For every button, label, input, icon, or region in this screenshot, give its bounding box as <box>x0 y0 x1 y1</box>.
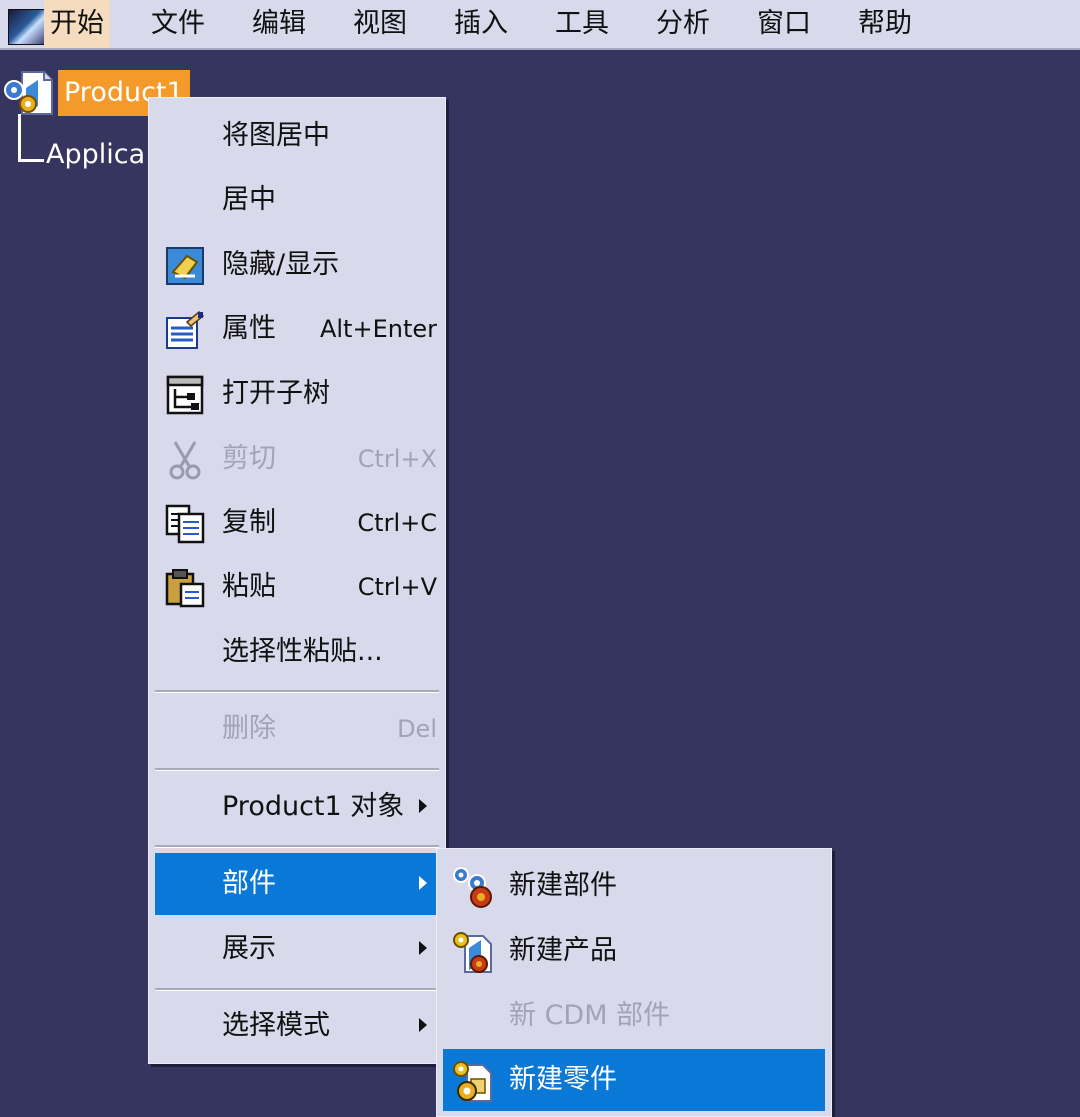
hide-show-icon <box>166 247 204 285</box>
menu-separator <box>155 845 439 848</box>
components-submenu: 新建部件 新建产品 新 CDM 部件 新建零件 <box>436 848 832 1117</box>
menu-item-paste-special[interactable]: 选择性粘贴... <box>155 621 437 683</box>
context-menu: 将图居中 居中 隐藏/显示 属性 Alt+Enter 打开子树 剪切 Ctrl+… <box>148 97 446 1064</box>
tree-connector <box>18 114 21 162</box>
menu-item-center-graph[interactable]: 将图居中 <box>155 105 437 167</box>
product-icon[interactable] <box>2 68 58 120</box>
menu-item-label: Product1 对象 <box>222 791 405 822</box>
menu-item-label: 属性 <box>222 313 276 344</box>
new-product-icon <box>453 932 492 973</box>
menu-item-representation[interactable]: 展示 <box>155 918 437 980</box>
submenu-item-label: 新建零件 <box>509 1064 617 1095</box>
shortcut-label: Del <box>397 715 437 743</box>
menu-item-delete: 删除 Del <box>155 698 437 760</box>
menu-item-label: 粘贴 <box>222 571 276 602</box>
tree-child-applications[interactable]: Applica <box>46 132 145 178</box>
menu-item-components[interactable]: 部件 <box>155 853 437 915</box>
menu-separator <box>155 768 439 771</box>
shortcut-label: Alt+Enter <box>319 315 437 343</box>
submenu-item-label: 新建部件 <box>509 870 617 901</box>
menu-item-paste[interactable]: 粘贴 Ctrl+V <box>155 556 437 618</box>
submenu-item-label: 新 CDM 部件 <box>509 1000 671 1031</box>
scissors-icon <box>169 441 201 480</box>
menu-separator <box>155 988 439 991</box>
menu-item-label: 复制 <box>222 507 276 538</box>
menu-item-label: 打开子树 <box>222 378 330 409</box>
submenu-item-new-part[interactable]: 新建零件 <box>443 1049 825 1111</box>
menu-item-label: 剪切 <box>222 443 276 474</box>
menu-insert[interactable]: 插入 <box>448 0 514 48</box>
app-logo-icon[interactable] <box>8 9 46 45</box>
menu-separator <box>155 690 439 693</box>
menu-item-label: 将图居中 <box>222 120 330 151</box>
menu-item-hide-show[interactable]: 隐藏/显示 <box>155 234 437 296</box>
menu-item-label: 部件 <box>222 868 276 899</box>
menu-bar: 开始 文件 编辑 视图 插入 工具 分析 窗口 帮助 <box>0 0 1080 50</box>
menu-item-center[interactable]: 居中 <box>155 169 437 231</box>
menu-item-label: 隐藏/显示 <box>222 249 340 280</box>
menu-item-open-subtree[interactable]: 打开子树 <box>155 363 437 425</box>
menu-item-label: 选择性粘贴... <box>222 636 383 667</box>
menu-item-cut: 剪切 Ctrl+X <box>155 428 437 490</box>
menu-tools[interactable]: 工具 <box>549 0 615 48</box>
menu-item-product-object[interactable]: Product1 对象 <box>155 776 437 838</box>
submenu-arrow-icon <box>419 1018 427 1032</box>
menu-item-copy[interactable]: 复制 Ctrl+C <box>155 492 437 554</box>
menu-item-label: 选择模式 <box>222 1010 330 1041</box>
menu-view[interactable]: 视图 <box>347 0 413 48</box>
submenu-item-new-component[interactable]: 新建部件 <box>443 855 825 917</box>
menu-item-properties[interactable]: 属性 Alt+Enter <box>155 298 437 360</box>
menu-start[interactable]: 开始 <box>44 0 110 48</box>
menu-window[interactable]: 窗口 <box>751 0 817 48</box>
new-component-icon <box>453 867 492 908</box>
menu-edit[interactable]: 编辑 <box>246 0 312 48</box>
new-part-icon <box>453 1061 492 1102</box>
menu-item-selection-mode[interactable]: 选择模式 <box>155 995 437 1057</box>
menu-item-label: 居中 <box>222 184 276 215</box>
copy-icon <box>165 504 205 544</box>
shortcut-label: Ctrl+C <box>357 509 437 537</box>
menu-item-label: 展示 <box>222 933 276 964</box>
tree-connector <box>18 159 44 162</box>
submenu-arrow-icon <box>419 941 427 955</box>
paste-icon <box>165 569 205 608</box>
submenu-item-new-product[interactable]: 新建产品 <box>443 920 825 982</box>
shortcut-label: Ctrl+X <box>357 445 437 473</box>
subtree-icon <box>166 375 204 415</box>
submenu-arrow-icon <box>419 876 427 890</box>
menu-item-label: 删除 <box>222 713 276 744</box>
submenu-item-new-cdm-component: 新 CDM 部件 <box>443 985 825 1047</box>
submenu-arrow-icon <box>419 799 427 813</box>
properties-icon <box>166 310 205 349</box>
submenu-item-label: 新建产品 <box>509 935 617 966</box>
menu-analysis[interactable]: 分析 <box>650 0 716 48</box>
menu-file[interactable]: 文件 <box>145 0 211 48</box>
shortcut-label: Ctrl+V <box>357 573 437 601</box>
menu-help[interactable]: 帮助 <box>852 0 918 48</box>
